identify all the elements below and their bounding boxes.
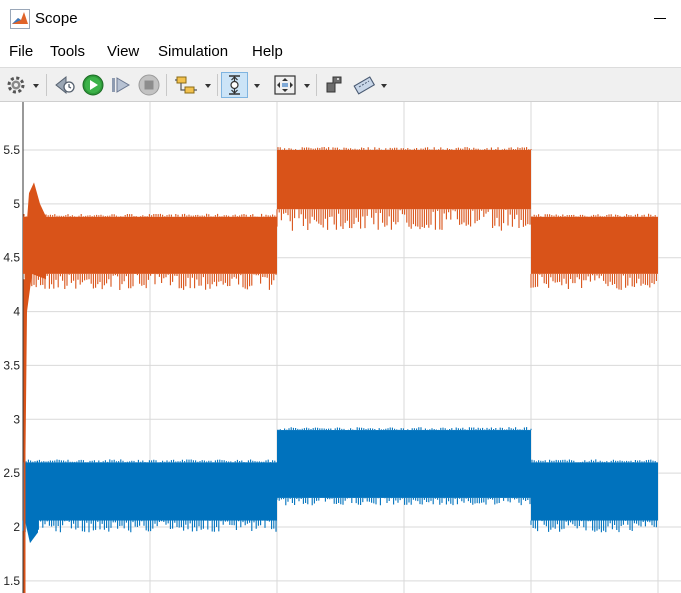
matlab-logo-icon bbox=[10, 9, 30, 29]
window-title: Scope bbox=[35, 10, 78, 27]
stop-icon bbox=[138, 74, 160, 96]
zoom-y-icon bbox=[229, 75, 240, 95]
y-tick-label: 3.5 bbox=[3, 358, 20, 372]
gear-icon bbox=[7, 76, 25, 94]
scope-display[interactable]: 5.5 5 4.5 4 3.5 3 2.5 2 1.5 bbox=[0, 102, 681, 593]
title-bar: Scope bbox=[0, 0, 681, 38]
fit-to-view-icon bbox=[274, 75, 296, 95]
series-band bbox=[277, 430, 531, 498]
toolbar-separator bbox=[46, 74, 47, 96]
highlight-button[interactable] bbox=[352, 73, 376, 97]
dropdown-arrow-icon bbox=[205, 84, 211, 88]
y-tick-label: 4 bbox=[13, 305, 20, 319]
scope-axes[interactable]: 5.5 5 4.5 4 3.5 3 2.5 2 1.5 bbox=[0, 102, 681, 593]
run-button[interactable] bbox=[81, 73, 105, 97]
y-tick-label: 4.5 bbox=[3, 251, 20, 265]
dropdown-arrow-icon bbox=[304, 84, 310, 88]
y-tick-label: 1.5 bbox=[3, 574, 20, 588]
toolbar bbox=[0, 67, 681, 102]
y-tick-label: 5.5 bbox=[3, 143, 20, 157]
toolbar-separator bbox=[217, 74, 218, 96]
menu-help[interactable]: Help bbox=[252, 43, 283, 60]
minimize-button[interactable] bbox=[650, 8, 670, 28]
series-band bbox=[531, 462, 658, 521]
step-forward-button[interactable] bbox=[109, 73, 133, 97]
y-tick-label: 2 bbox=[13, 520, 20, 534]
step-back-button[interactable] bbox=[53, 73, 77, 97]
menu-view[interactable]: View bbox=[107, 43, 139, 60]
cursor-measure-button[interactable] bbox=[322, 73, 346, 97]
y-tick-label: 3 bbox=[13, 412, 20, 426]
menu-file[interactable]: File bbox=[9, 43, 33, 60]
zoom-dropdown[interactable] bbox=[252, 73, 262, 97]
dropdown-arrow-icon bbox=[33, 84, 39, 88]
series-trace bbox=[23, 147, 658, 593]
minimize-icon bbox=[654, 18, 666, 19]
settings-button[interactable] bbox=[5, 73, 27, 97]
fit-to-view-button[interactable] bbox=[272, 73, 298, 97]
menu-bar: File Tools View Simulation Help bbox=[0, 38, 681, 67]
settings-dropdown[interactable] bbox=[31, 73, 41, 97]
toolbar-separator bbox=[316, 74, 317, 96]
series-band bbox=[531, 216, 658, 274]
cursor-measure-icon bbox=[326, 76, 342, 93]
series-band bbox=[23, 216, 277, 274]
signal-selector-dropdown[interactable] bbox=[203, 73, 213, 97]
dropdown-arrow-icon bbox=[254, 84, 260, 88]
signal-traces bbox=[22, 147, 658, 593]
highlight-icon bbox=[353, 76, 376, 95]
fit-dropdown[interactable] bbox=[302, 73, 312, 97]
run-icon bbox=[82, 74, 104, 96]
zoom-y-button[interactable] bbox=[221, 72, 248, 98]
menu-tools[interactable]: Tools bbox=[50, 43, 85, 60]
series-band bbox=[23, 462, 277, 521]
series-band bbox=[277, 150, 531, 210]
series-trace bbox=[22, 427, 658, 544]
menu-simulation[interactable]: Simulation bbox=[158, 43, 228, 60]
y-axis-ticks: 5.5 5 4.5 4 3.5 3 2.5 2 1.5 bbox=[3, 143, 20, 588]
signal-selector-icon bbox=[175, 76, 197, 94]
stop-button[interactable] bbox=[137, 73, 161, 97]
toolbar-separator bbox=[166, 74, 167, 96]
signal-selector-button[interactable] bbox=[173, 73, 199, 97]
y-tick-label: 2.5 bbox=[3, 466, 20, 480]
dropdown-arrow-icon bbox=[381, 84, 387, 88]
step-forward-icon bbox=[112, 77, 130, 93]
step-back-icon bbox=[55, 75, 75, 95]
y-tick-label: 5 bbox=[13, 197, 20, 211]
highlight-dropdown[interactable] bbox=[379, 73, 389, 97]
